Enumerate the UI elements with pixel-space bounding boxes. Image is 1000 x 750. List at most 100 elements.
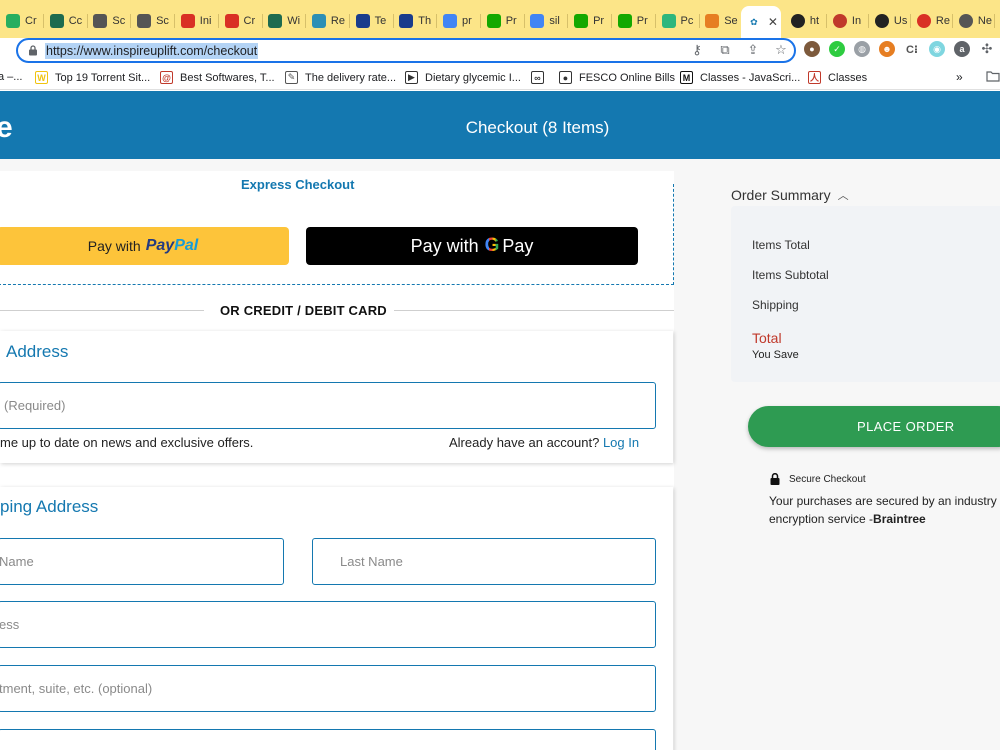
browser-tab[interactable]: Cc (44, 8, 88, 34)
email-field[interactable]: (Required) (0, 382, 656, 429)
browser-tab[interactable]: Se (699, 8, 744, 34)
bookmark-item[interactable]: @ Best Softwares, T... (160, 71, 275, 84)
bookmark-item[interactable]: ▶ Dietary glycemic I... (405, 71, 521, 84)
express-checkout-panel: Pay with PayPal Pay with G Pay (0, 184, 674, 285)
divider-line (0, 310, 204, 311)
braintree-brand: Braintree (873, 512, 926, 526)
browser-tab[interactable]: Pc (656, 8, 700, 34)
extension-icon[interactable]: C⁝ (904, 41, 920, 57)
folder-icon[interactable] (986, 70, 1000, 82)
tab-title: ht (809, 15, 820, 27)
upwork-icon (486, 14, 501, 28)
bookmark-item[interactable]: W Top 19 Torrent Sit... (35, 71, 150, 84)
open-external-icon[interactable]: ⧉ (718, 42, 732, 57)
login-link[interactable]: Log In (603, 435, 639, 450)
browser-tab[interactable]: Cr (0, 8, 44, 34)
browser-tab[interactable]: Re (306, 8, 350, 34)
tab-title: Te (374, 15, 387, 27)
newsletter-text[interactable]: me up to date on news and exclusive offe… (0, 435, 253, 450)
google-pay-button[interactable]: Pay with G Pay (306, 227, 638, 265)
email-placeholder: (Required) (4, 398, 66, 413)
last-name-placeholder: Last Name (340, 554, 403, 569)
paypal-button[interactable]: Pay with PayPal (0, 227, 289, 265)
last-name-field[interactable]: Last Name (312, 538, 656, 585)
contact-section-title: Address (6, 342, 69, 361)
secure-checkout-title: Secure Checkout (789, 473, 866, 485)
browser-tab[interactable]: Pr (481, 8, 525, 34)
browser-tab[interactable]: Re (911, 8, 953, 34)
browser-tab[interactable]: Us (869, 8, 911, 34)
bookmark-label: Classes - JavaScri... (700, 71, 801, 84)
browser-tab[interactable]: Th (393, 8, 438, 34)
react-icon (874, 14, 889, 28)
tab-title: Sc (156, 15, 169, 27)
paypal-logo-pal: Pal (174, 237, 199, 254)
address-field[interactable]: ess (0, 601, 656, 648)
bookmarks-overflow-button[interactable]: » (956, 70, 963, 84)
omnibox-actions: ⚷ ⧉ ⇪ ☆ (690, 42, 788, 57)
browser-tab[interactable]: Cr (219, 8, 263, 34)
browser-tab[interactable]: sil (524, 8, 569, 34)
browser-tab[interactable]: Pr (612, 8, 656, 34)
tab-title: Re (935, 15, 950, 27)
url-text[interactable]: https://www.inspireuplift.com/checkout (45, 43, 259, 59)
browser-tab[interactable]: ht (785, 8, 827, 34)
browser-tab[interactable]: Sc (131, 8, 176, 34)
tab-title: pr (462, 15, 472, 27)
extension-icon[interactable]: ✓ (829, 41, 845, 57)
browser-tab[interactable]: Ne (953, 8, 995, 34)
extension-icon[interactable]: a (954, 41, 970, 57)
payment-divider: OR CREDIT / DEBIT CARD (0, 301, 674, 321)
browser-tab[interactable]: Sc (87, 8, 132, 34)
bookmark-label: a –... (0, 71, 23, 83)
city-field[interactable] (0, 729, 656, 750)
bookmark-item[interactable]: ● FESCO Online Bills (559, 71, 675, 84)
bookmark-item[interactable]: M Classes - JavaScri... (680, 71, 800, 84)
puzzle-icon[interactable]: ✣ (979, 41, 995, 57)
checkout-page: e Checkout (8 Items) Pay with PayPal Pay… (0, 91, 1000, 750)
k-icon (790, 14, 805, 28)
apartment-field[interactable]: tment, suite, etc. (optional) (0, 665, 656, 712)
bookmark-item[interactable]: ✎ The delivery rate... (285, 71, 396, 84)
chevron-up-icon: ︿ (837, 190, 849, 202)
address-bar[interactable]: https://www.inspireuplift.com/checkout ⚷… (16, 38, 796, 63)
browser-tab[interactable]: Te (350, 8, 394, 34)
share-icon[interactable]: ⇪ (746, 42, 760, 57)
bookmark-star-icon[interactable]: ☆ (774, 42, 788, 57)
order-summary-title: Order Summary (731, 187, 831, 203)
you-save-label: You Save (752, 349, 799, 361)
divider-line (394, 310, 674, 311)
browser-window: Cr Cc Sc Sc Ini Cr Wi Re Te Th pr Pr sil Pr Pr Pc Se ✿ ✕ ht… (0, 0, 1000, 750)
bookmark-item[interactable]: a –... (0, 71, 22, 83)
first-name-field[interactable]: Name (0, 538, 284, 585)
upwork-icon (574, 14, 589, 28)
extension-icon[interactable]: ◉ (929, 41, 945, 57)
globe-icon (137, 14, 152, 28)
page-title: Checkout (8 Items) (465, 118, 610, 137)
bookmark-item[interactable]: 人 Classes (808, 71, 867, 84)
tab-title: Th (418, 15, 432, 27)
extension-icon[interactable]: ● (804, 41, 820, 57)
bookmark-label: FESCO Online Bills (579, 71, 675, 84)
key-icon[interactable]: ⚷ (690, 42, 704, 57)
tab-strip: Cr Cc Sc Sc Ini Cr Wi Re Te Th pr Pr sil Pr Pr Pc Se ✿ ✕ ht… (0, 0, 1000, 38)
browser-tab[interactable]: pr (437, 8, 481, 34)
browser-tab-active[interactable]: ✿ ✕ (740, 6, 781, 38)
browser-tab[interactable]: Ini (175, 8, 219, 34)
paypal-button-label: Pay with (87, 238, 141, 254)
globe-extension-icon[interactable]: ◍ (854, 41, 870, 57)
close-tab-icon[interactable]: ✕ (768, 15, 778, 29)
apartment-placeholder: tment, suite, etc. (optional) (0, 681, 153, 696)
gpay-pay-label: Pay (502, 235, 534, 256)
browser-tab[interactable]: In (827, 8, 869, 34)
browser-tab[interactable]: Wi (262, 8, 307, 34)
uol-icon (399, 14, 414, 28)
items-total-label: Items Total (752, 238, 810, 252)
browser-tab[interactable]: Pr (568, 8, 613, 34)
bookmark-item[interactable]: ∞ (531, 71, 551, 84)
lock-icon[interactable] (28, 45, 38, 56)
place-order-button[interactable]: PLACE ORDER (748, 406, 1000, 447)
extension-icon[interactable]: ☻ (879, 41, 895, 57)
extensions-bar: ● ✓ ◍ ☻ C⁝ ◉ a ✣ (804, 41, 995, 57)
order-summary-toggle[interactable]: Order Summary ︿ (731, 187, 849, 203)
